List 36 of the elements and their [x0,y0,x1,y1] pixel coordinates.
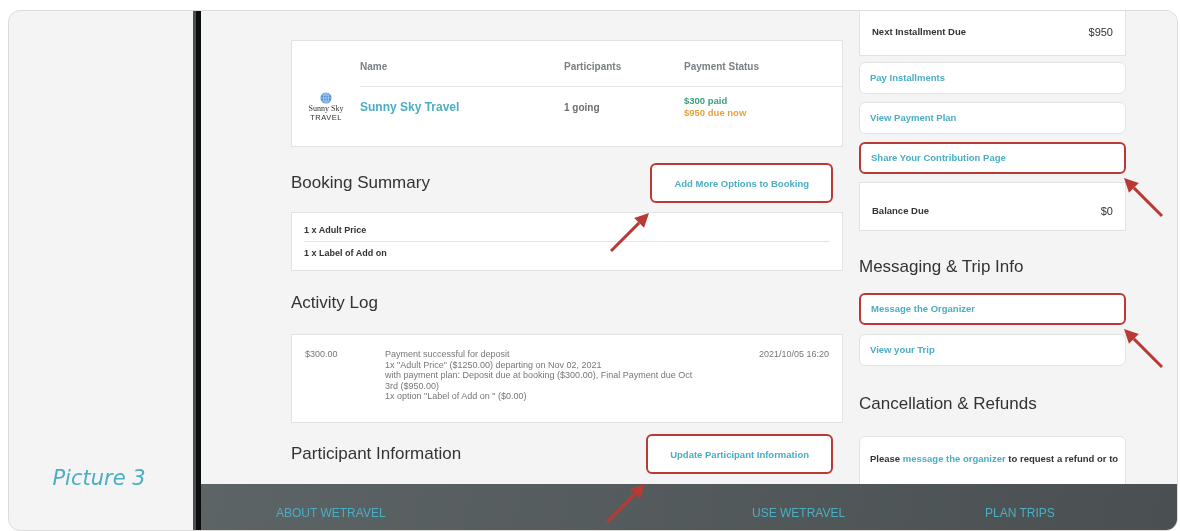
balance-amount: $0 [1100,204,1113,219]
log-description: Payment successful for deposit 1x "Adult Price" ($1250.00) departing on Nov 02, 2021 with payment plan: Deposit due at booking ($300.00), Final Payment due Oct 3rd ($950.00) 1x option "Label of Add on " ($0.00) [385,349,694,403]
log-timestamp: 2021/10/05 16:20 [758,349,829,359]
installment-amount: $950 [1088,26,1113,40]
payment-status: $950 due now [684,107,748,119]
installment-label: Next Installment Due [872,26,966,39]
log-amount: $300.00 [305,349,339,361]
section-heading: Cancellation & Refunds [859,393,1037,413]
pointer-arrow [610,213,650,253]
section-heading: Messaging & Trip Info [859,256,1024,276]
footer-link[interactable]: USE WETRAVEL [752,506,985,520]
pointer-arrow [606,484,646,524]
section-heading: Activity Log [291,292,378,313]
pointer-arrow [1124,328,1164,368]
summary-item: 1 x Label of Add on [304,248,387,258]
summary-item: 1 x Adult Price [304,225,367,235]
action-button[interactable]: Pay Installments [859,61,1126,94]
payment-status: $300 paid [684,95,729,107]
action-button[interactable]: View your Trip [859,333,1126,366]
balance-label: Balance Due [872,204,930,218]
action-button[interactable]: View Payment Plan [859,101,1126,134]
column-header: Participants [564,61,622,72]
pointer-arrow [1124,177,1164,217]
footer-link[interactable]: PLAN TRIPS [985,506,1177,520]
participants-count: 1 going [564,101,600,113]
picture-caption: Picture 3 [52,466,146,490]
section-heading: Participant Information [291,444,462,464]
logo-text: Sunny Sky [308,104,344,113]
column-header: Name [360,61,388,72]
trip-name-link[interactable]: Sunny Sky Travel [360,100,460,114]
message-organizer-link[interactable]: message the organizer [902,452,1006,464]
cancellation-text: Please message the organizer to request a refund or to [870,452,1119,464]
footer-link[interactable]: ABOUT WETRAVEL [276,506,752,520]
section-heading: Booking Summary [291,173,430,193]
column-header: Payment Status [684,61,760,72]
globe-icon [320,92,332,104]
